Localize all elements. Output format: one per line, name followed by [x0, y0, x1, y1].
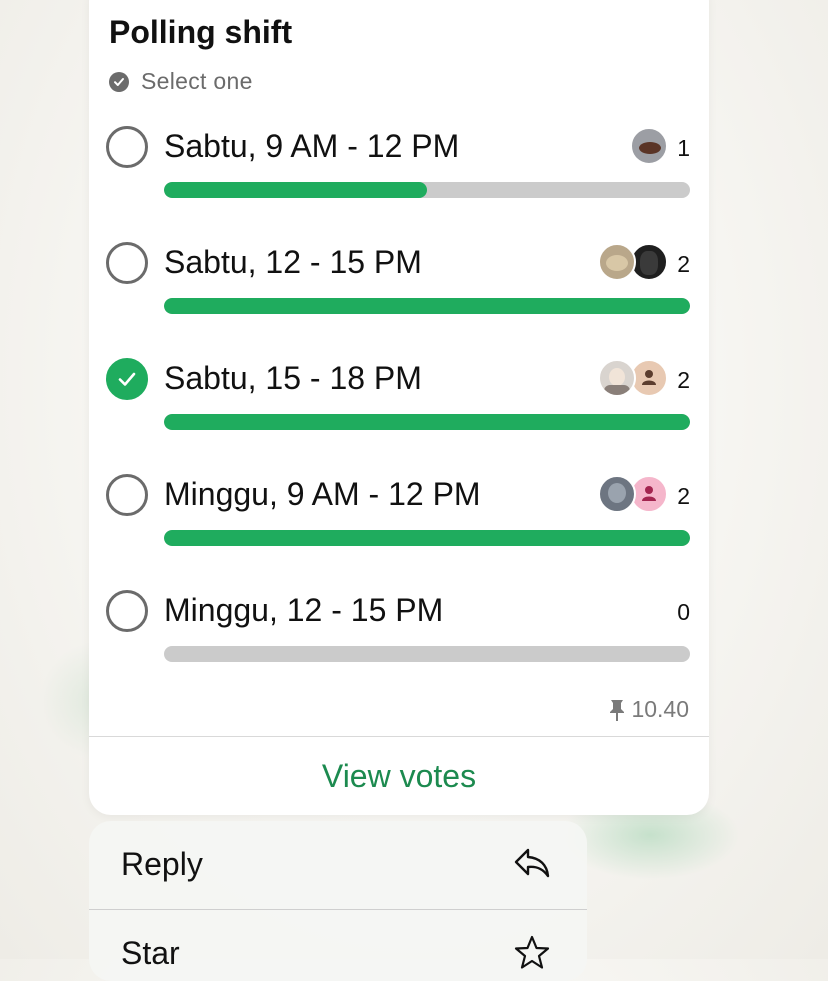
vote-count: 2	[677, 483, 690, 509]
poll-option[interactable]: Sabtu, 15 - 18 PM 2	[106, 358, 690, 438]
radio-button-checked[interactable]	[106, 358, 148, 400]
vote-count: 1	[677, 135, 690, 161]
menu-item-label: Reply	[121, 846, 203, 882]
vote-count: 2	[677, 367, 690, 393]
pin-icon	[610, 699, 625, 721]
context-menu: Reply Star	[89, 821, 587, 981]
option-label: Sabtu, 12 - 15 PM	[164, 244, 422, 280]
voter-avatars	[630, 127, 668, 165]
divider	[89, 736, 709, 737]
vote-progress-fill	[164, 298, 690, 314]
poll-title: Polling shift	[109, 14, 293, 50]
poll-option[interactable]: Minggu, 9 AM - 12 PM 2	[106, 474, 690, 554]
radio-button[interactable]	[106, 126, 148, 168]
poll-instruction: Select one	[109, 68, 253, 95]
vote-progress-bar	[164, 298, 690, 314]
menu-item-reply[interactable]: Reply	[89, 821, 587, 909]
avatar	[630, 127, 668, 165]
radio-button[interactable]	[106, 590, 148, 632]
menu-item-label: Star	[121, 935, 180, 971]
avatar	[598, 359, 636, 397]
vote-progress-bar	[164, 414, 690, 430]
menu-item-star[interactable]: Star	[89, 910, 587, 981]
vote-progress-fill	[164, 530, 690, 546]
voter-avatars	[598, 475, 668, 513]
vote-count: 0	[677, 599, 690, 625]
vote-progress-bar	[164, 182, 690, 198]
poll-subtitle: Select one	[141, 68, 253, 94]
star-icon	[513, 934, 551, 977]
avatar	[598, 475, 636, 513]
vote-progress-fill	[164, 182, 427, 198]
reply-icon	[513, 845, 551, 886]
check-circle-icon	[109, 71, 129, 92]
option-label: Minggu, 9 AM - 12 PM	[164, 476, 481, 512]
radio-button[interactable]	[106, 474, 148, 516]
option-label: Sabtu, 15 - 18 PM	[164, 360, 422, 396]
view-votes-button[interactable]: View votes	[89, 740, 709, 812]
poll-option[interactable]: Sabtu, 12 - 15 PM 2	[106, 242, 690, 322]
option-label: Minggu, 12 - 15 PM	[164, 592, 444, 628]
message-meta: 10.40	[607, 696, 689, 723]
poll-option[interactable]: Minggu, 12 - 15 PM 0	[106, 590, 690, 670]
vote-progress-fill	[164, 414, 690, 430]
voter-avatars	[598, 359, 668, 397]
avatar	[598, 243, 636, 281]
voter-avatars	[598, 243, 668, 281]
message-time: 10.40	[631, 696, 689, 722]
option-label: Sabtu, 9 AM - 12 PM	[164, 128, 460, 164]
vote-count: 2	[677, 251, 690, 277]
poll-option[interactable]: Sabtu, 9 AM - 12 PM 1	[106, 126, 690, 206]
checkmark-icon	[118, 372, 136, 386]
radio-button[interactable]	[106, 242, 148, 284]
vote-progress-bar	[164, 646, 690, 662]
poll-card: Polling shift Select one Sabtu, 9 AM - 1…	[89, 0, 709, 815]
vote-progress-bar	[164, 530, 690, 546]
